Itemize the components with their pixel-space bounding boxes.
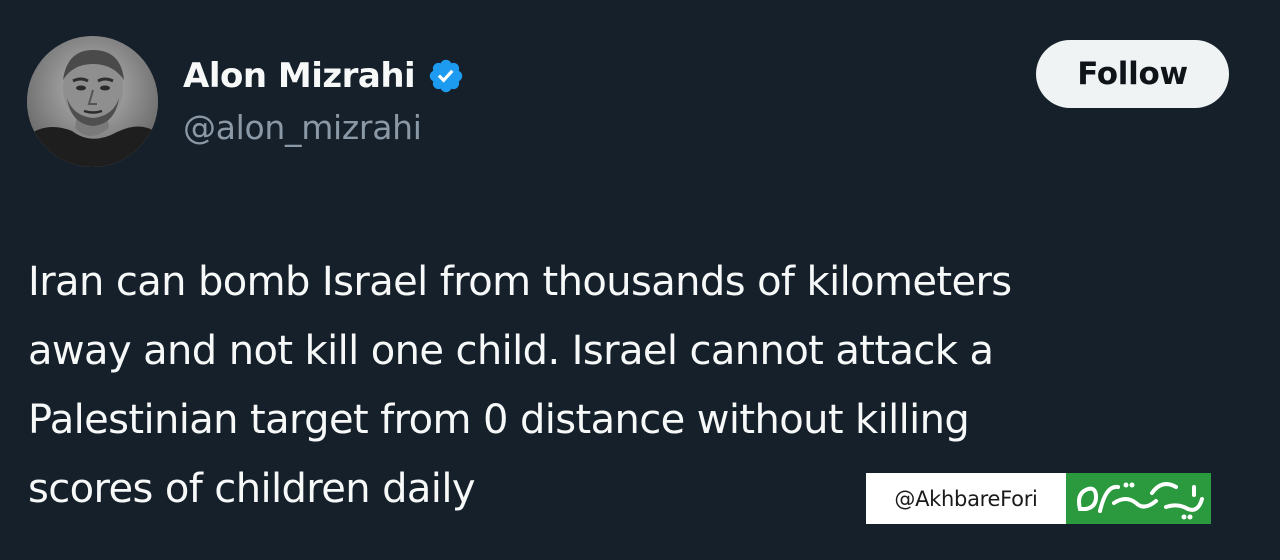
author-name-row: Alon Mizrahi bbox=[183, 52, 465, 100]
author-display-name[interactable]: Alon Mizrahi bbox=[183, 56, 416, 96]
tweet-card: Alon Mizrahi @alon_mizrahi Follow Iran c… bbox=[0, 0, 1280, 560]
watermark-handle: @AkhbareFori bbox=[866, 473, 1066, 524]
follow-button[interactable]: Follow bbox=[1036, 40, 1229, 108]
watermark-logo bbox=[1066, 473, 1211, 524]
avatar[interactable] bbox=[27, 36, 158, 167]
watermark: @AkhbareFori bbox=[866, 473, 1211, 524]
akhbare-fori-logo-icon bbox=[1066, 473, 1211, 524]
avatar-photo bbox=[27, 36, 158, 167]
verified-badge-icon[interactable] bbox=[427, 57, 465, 95]
author-handle[interactable]: @alon_mizrahi bbox=[183, 108, 422, 147]
